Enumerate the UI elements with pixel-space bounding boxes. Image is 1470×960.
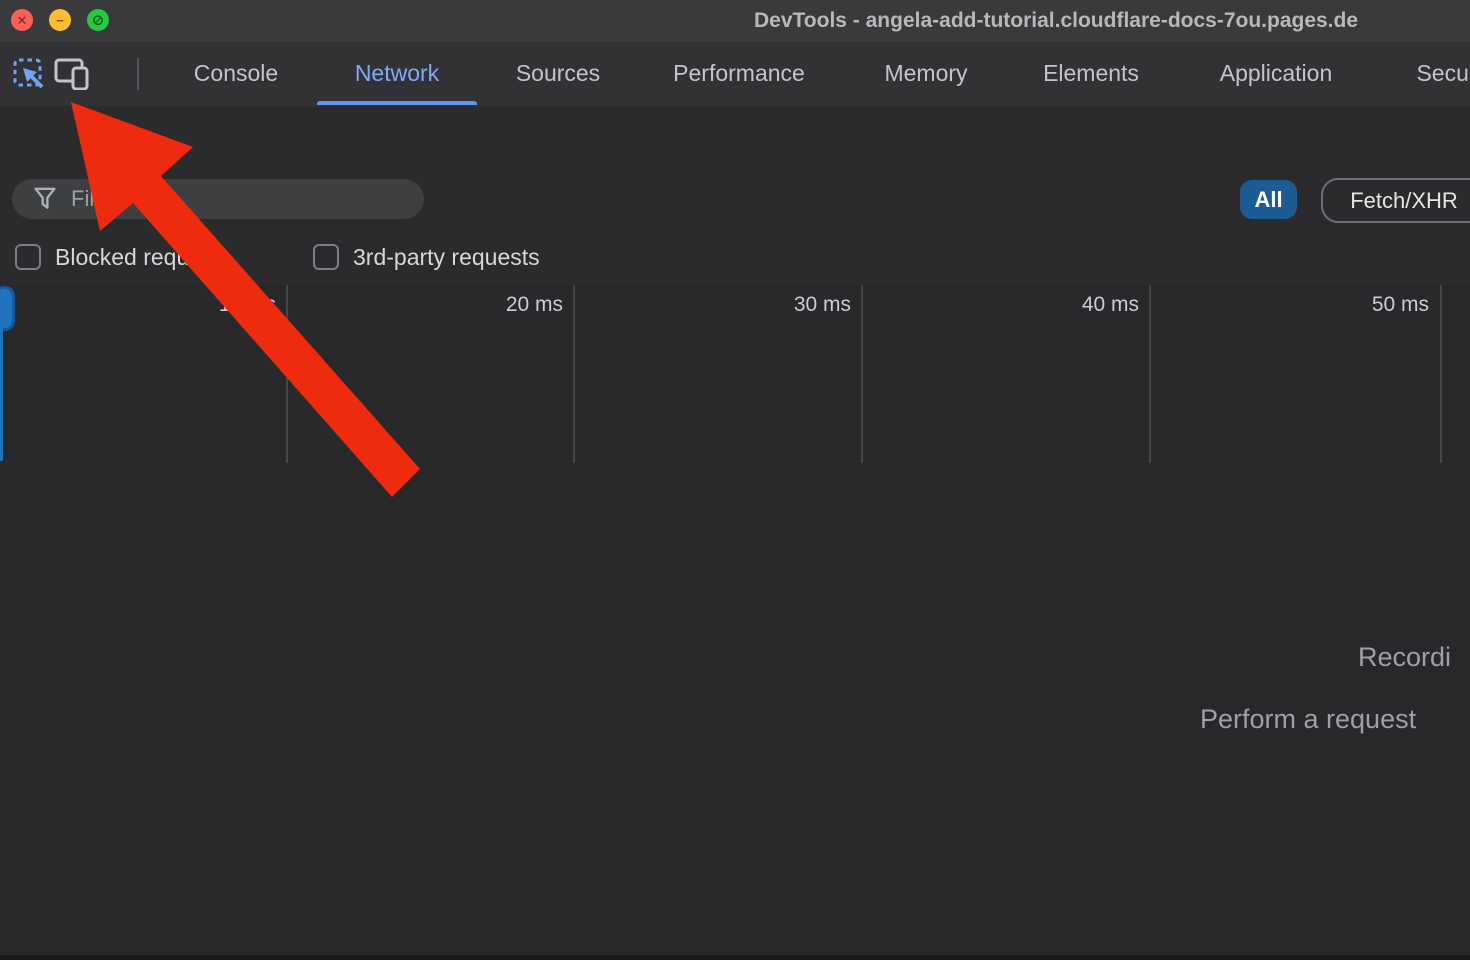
blocked-requests-checkbox[interactable] (15, 244, 41, 270)
toggle-device-toolbar-button[interactable] (52, 55, 92, 93)
tab-console[interactable]: Console (160, 42, 312, 105)
filter-chip-all[interactable]: All (1240, 180, 1297, 219)
zoom-window-button[interactable]: ⊘ (87, 9, 109, 31)
perform-request-hint-text: Perform a request (1200, 704, 1416, 735)
devtools-tab-bar: Console Network Sources Performance Memo… (0, 42, 1470, 107)
tab-sources[interactable]: Sources (482, 42, 634, 105)
inspect-element-button[interactable] (10, 55, 48, 93)
timeline-gridline (286, 285, 288, 463)
recording-status-text: Recordi (1358, 642, 1451, 673)
network-filter-bar: Invert Hide data URLs Hide extension URL… (0, 170, 1470, 229)
third-party-requests-checkbox[interactable] (313, 244, 339, 270)
filter-funnel-icon (34, 187, 56, 211)
window-title: DevTools - angela-add-tutorial.cloudflar… (754, 0, 1358, 42)
window-bottom-edge (0, 955, 1470, 960)
tab-performance[interactable]: Performance (640, 42, 838, 105)
timeline-tick-label: 30 ms (794, 293, 851, 317)
network-toolbar: Preserve log Disable cache No throttling… (0, 106, 1470, 171)
devtools-window: ✕ − ⊘ DevTools - angela-add-tutorial.clo… (0, 0, 1470, 960)
network-log-empty-area: Recordi Perform a request (0, 463, 1470, 960)
filter-input[interactable] (69, 185, 403, 213)
timeline-tick-label: 50 ms (1372, 293, 1429, 317)
tabbar-separator (137, 58, 139, 90)
timeline-gridline (1440, 285, 1442, 463)
tab-network[interactable]: Network (317, 42, 477, 105)
third-party-requests-label: 3rd-party requests (353, 244, 540, 271)
inspect-cursor-icon (13, 58, 45, 90)
request-filter-row: Blocked requests 3rd-party requests (0, 228, 1470, 287)
blocked-requests-label: Blocked requests (55, 244, 231, 271)
tab-security[interactable]: Security (1368, 42, 1470, 105)
device-toolbar-icon (54, 58, 90, 90)
minimize-window-button[interactable]: − (49, 9, 71, 31)
overview-handle-line (0, 327, 3, 461)
close-window-button[interactable]: ✕ (11, 9, 33, 31)
overview-drag-handle[interactable] (0, 286, 15, 331)
tab-application[interactable]: Application (1178, 42, 1374, 105)
timeline-gridline (1149, 285, 1151, 463)
timeline-tick-label: 40 ms (1082, 293, 1139, 317)
timeline-tick-label: 10 ms (219, 293, 276, 317)
timeline-tick-label: 20 ms (506, 293, 563, 317)
filter-chip-fetch-xhr[interactable]: Fetch/XHR (1321, 178, 1470, 223)
timeline-gridline (573, 285, 575, 463)
window-titlebar: ✕ − ⊘ DevTools - angela-add-tutorial.clo… (0, 0, 1470, 43)
timeline-gridline (861, 285, 863, 463)
filter-input-container (12, 179, 424, 219)
network-overview-timeline[interactable]: 10 ms 20 ms 30 ms 40 ms 50 ms (0, 285, 1470, 465)
tab-memory[interactable]: Memory (848, 42, 1004, 105)
tab-elements[interactable]: Elements (1010, 42, 1172, 105)
